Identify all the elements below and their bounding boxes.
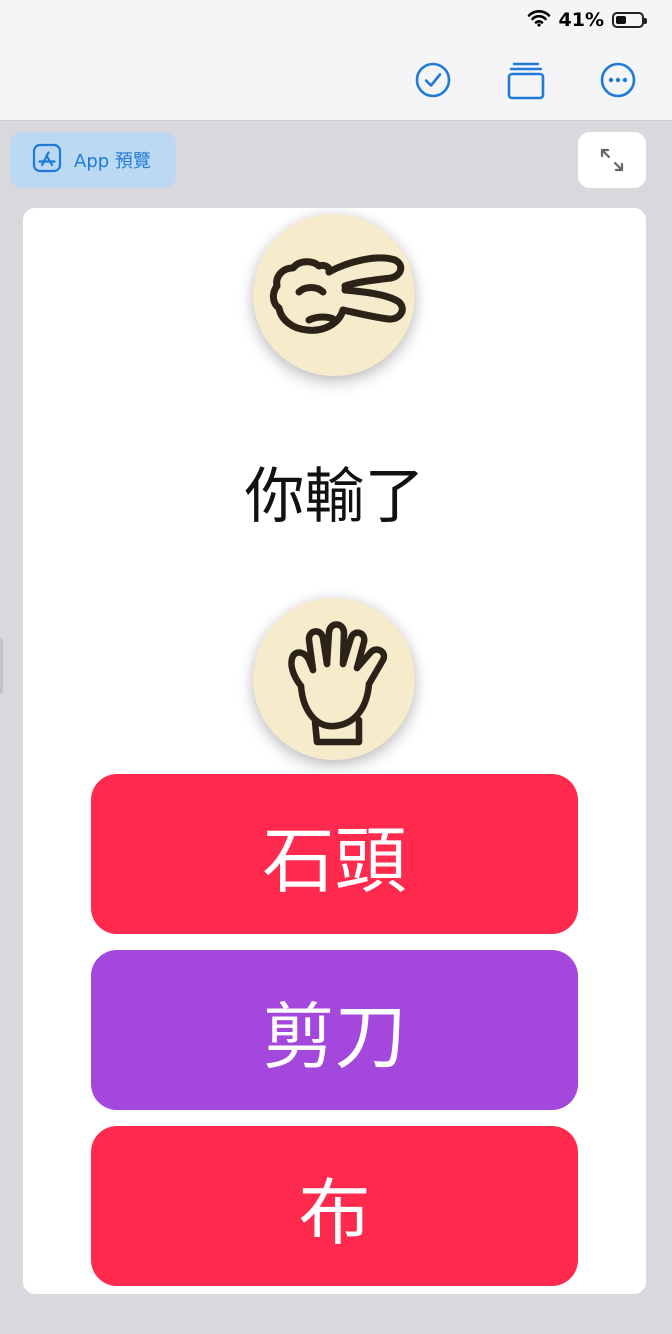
done-button[interactable] <box>413 60 453 100</box>
player-hand <box>253 598 415 760</box>
rock-label: 石頭 <box>262 818 407 903</box>
scissors-button[interactable]: 剪刀 <box>91 950 578 1110</box>
app-store-icon <box>32 143 62 178</box>
paper-hand-icon <box>288 621 388 746</box>
status-bar: 41% <box>527 8 647 32</box>
rock-button[interactable]: 石頭 <box>91 774 578 934</box>
battery-icon <box>612 12 647 28</box>
scissors-label: 剪刀 <box>262 994 407 1079</box>
stacked-windows-icon <box>507 62 545 100</box>
scissors-hand-icon <box>269 254 406 334</box>
opponent-hand <box>253 214 415 376</box>
checkmark-circle-icon <box>415 62 451 98</box>
battery-level <box>616 16 626 24</box>
result-text: 你輸了 <box>244 462 425 532</box>
paper-label: 布 <box>298 1170 371 1255</box>
expand-arrows-icon <box>600 148 624 172</box>
battery-percent: 41% <box>558 9 604 31</box>
app-preview-card: 你輸了 石頭 剪刀 布 <box>23 208 646 1294</box>
windows-button[interactable] <box>506 60 546 100</box>
top-bar: 41% <box>0 0 672 121</box>
more-ellipsis-icon <box>600 62 636 98</box>
wifi-icon <box>527 9 551 32</box>
side-handle[interactable] <box>0 638 3 694</box>
paper-button[interactable]: 布 <box>91 1126 578 1286</box>
expand-button[interactable] <box>578 132 646 188</box>
more-button[interactable] <box>598 60 638 100</box>
app-preview-label: App 預覽 <box>74 151 151 172</box>
app-preview-button[interactable]: App 預覽 <box>10 132 176 188</box>
